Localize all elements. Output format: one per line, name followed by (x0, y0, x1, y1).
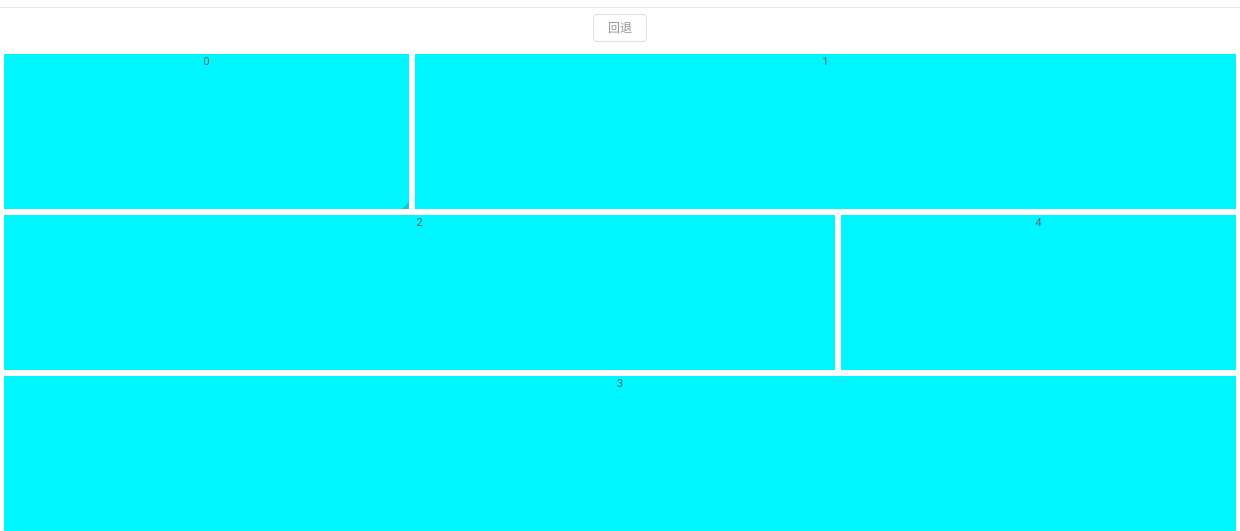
grid-item-4[interactable]: 4 (841, 215, 1236, 370)
grid-row-3: 3 (4, 376, 1236, 531)
grid-item-label: 1 (415, 54, 1236, 68)
resize-handle-icon[interactable] (402, 202, 409, 209)
grid-row-1: 0 1 (4, 54, 1236, 209)
grid-item-2[interactable]: 2 (4, 215, 835, 370)
grid-container: 0 1 2 4 3 (0, 54, 1240, 531)
grid-item-0[interactable]: 0 (4, 54, 409, 209)
grid-item-label: 2 (4, 215, 835, 229)
back-button[interactable]: 回退 (593, 14, 647, 42)
grid-item-label: 4 (841, 215, 1236, 229)
grid-item-label: 3 (4, 376, 1236, 390)
grid-item-1[interactable]: 1 (415, 54, 1236, 209)
toolbar: 回退 (0, 8, 1240, 48)
grid-item-label: 0 (4, 54, 409, 68)
grid-item-3[interactable]: 3 (4, 376, 1236, 531)
grid-row-2: 2 4 (4, 215, 1236, 370)
top-border (0, 0, 1240, 8)
